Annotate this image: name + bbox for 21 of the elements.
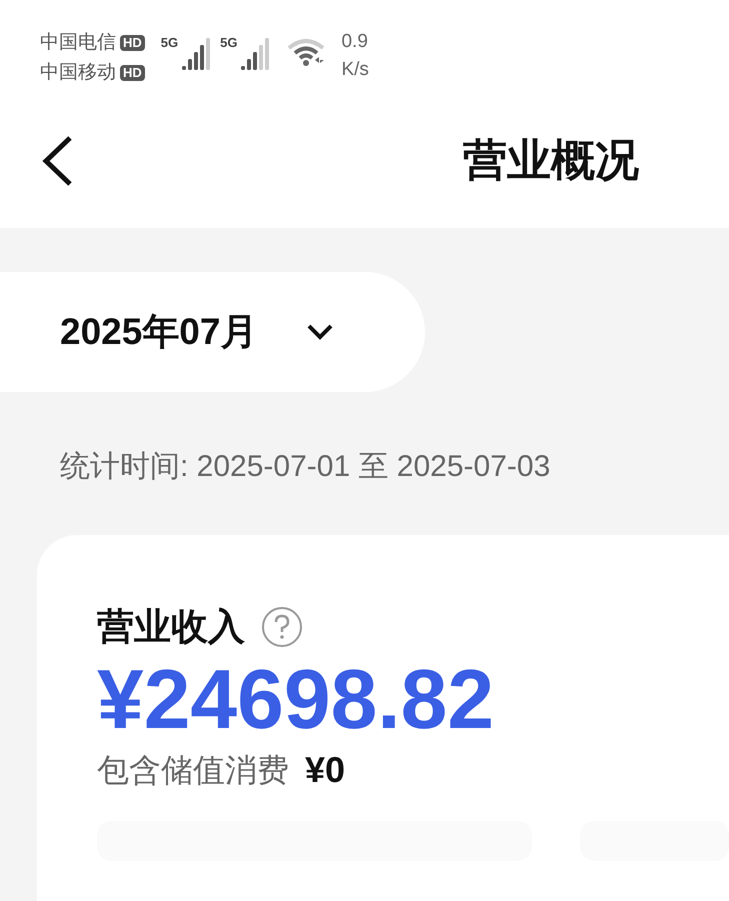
help-icon[interactable] — [261, 606, 303, 648]
page-title: 营业概况 — [463, 135, 639, 187]
carrier-name: 中国电信 — [40, 31, 116, 55]
month-selector[interactable]: 2025年07月 — [0, 272, 425, 392]
network-type: 5G — [160, 36, 178, 49]
back-icon[interactable] — [40, 135, 74, 187]
wifi-icon — [287, 36, 326, 66]
card-label: 营业收入 — [97, 605, 245, 649]
carrier-name: 中国移动 — [40, 61, 116, 85]
sub-value: ¥0 — [305, 748, 346, 792]
speed-unit: K/s — [341, 58, 369, 82]
period-text: 统计时间: 2025-07-01 至 2025-07-03 — [60, 449, 552, 485]
signal-icon — [241, 36, 272, 70]
chevron-down-icon — [305, 323, 336, 341]
network-type: 5G — [220, 36, 238, 49]
hd-badge: HD — [120, 35, 145, 51]
network-speed: 0.9 — [341, 30, 369, 54]
sub-label: 包含储值消费 — [97, 750, 289, 790]
hd-badge: HD — [120, 65, 145, 81]
revenue-amount: ¥24698.82 — [97, 654, 496, 743]
signal-icon — [182, 36, 212, 70]
